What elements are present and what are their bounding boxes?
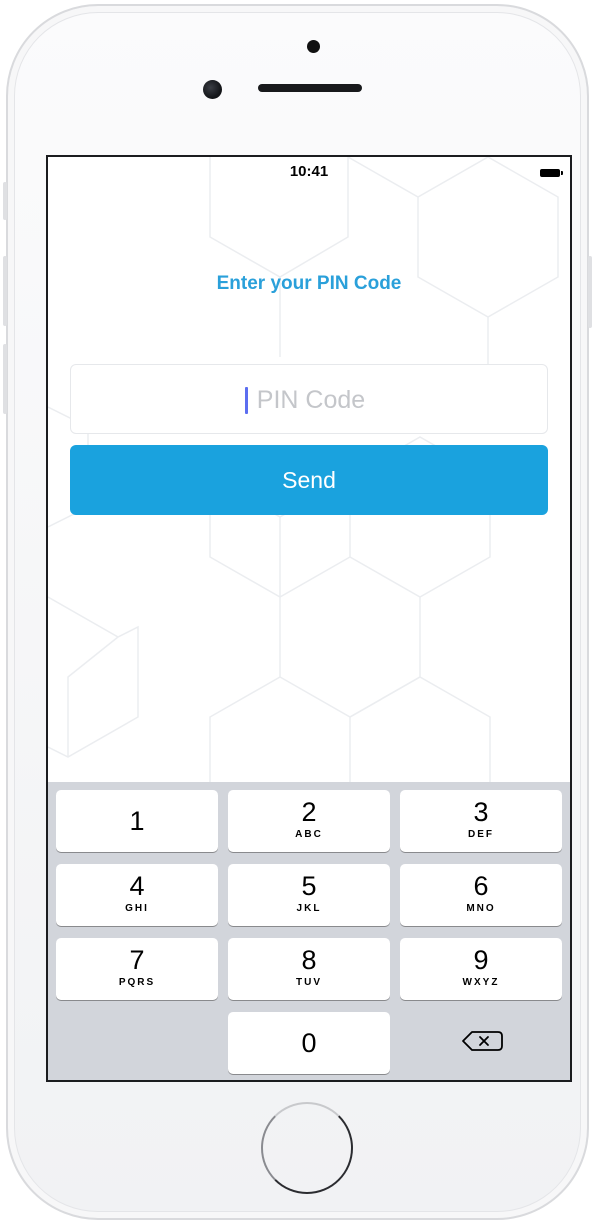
pin-code-field[interactable] <box>70 364 551 435</box>
key-3[interactable]: 3 DEF <box>400 790 562 852</box>
key-digit: 8 <box>301 945 317 975</box>
status-bar-time: 10:41 <box>289 163 329 180</box>
send-button[interactable]: Send <box>70 445 548 515</box>
key-digit: 3 <box>473 797 489 827</box>
page-title: Enter your PIN Code <box>216 273 402 294</box>
key-digit: 7 <box>129 945 145 975</box>
key-digit: 0 <box>301 1028 317 1058</box>
numeric-keypad: 1 2 ABC 3 DEF 4 GHI 5 JKL 6 MNO 7 PQRS 8… <box>48 782 570 1080</box>
power-button <box>588 256 592 328</box>
front-camera <box>203 80 222 99</box>
key-4[interactable]: 4 GHI <box>56 864 218 926</box>
key-letters: MNO <box>466 903 496 914</box>
key-9[interactable]: 9 WXYZ <box>400 938 562 1000</box>
battery-icon <box>540 169 563 177</box>
key-digit: 2 <box>301 797 317 827</box>
key-digit: 9 <box>473 945 489 975</box>
key-0[interactable]: 0 <box>228 1012 390 1074</box>
volume-down-button <box>3 344 7 414</box>
text-cursor <box>245 387 248 414</box>
key-letters: JKL <box>296 903 322 914</box>
key-letters: WXYZ <box>462 977 500 988</box>
key-letters: TUV <box>296 977 322 988</box>
key-1[interactable]: 1 <box>56 790 218 852</box>
key-letters: ABC <box>295 829 323 840</box>
key-letters: PQRS <box>118 977 156 988</box>
key-7[interactable]: 7 PQRS <box>56 938 218 1000</box>
pin-code-input[interactable] <box>71 365 551 435</box>
home-button[interactable] <box>261 1102 353 1194</box>
proximity-sensor <box>307 40 320 53</box>
key-5[interactable]: 5 JKL <box>228 864 390 926</box>
backspace-key[interactable] <box>400 1010 562 1072</box>
key-digit: 6 <box>473 871 489 901</box>
key-letters: DEF <box>468 829 494 840</box>
volume-up-button <box>3 256 7 326</box>
key-6[interactable]: 6 MNO <box>400 864 562 926</box>
key-letters: GHI <box>125 903 149 914</box>
key-digit: 4 <box>129 871 145 901</box>
key-8[interactable]: 8 TUV <box>228 938 390 1000</box>
earpiece-speaker <box>258 84 362 92</box>
key-2[interactable]: 2 ABC <box>228 790 390 852</box>
phone-screen: 10:41 Enter your PIN Code Send 1 2 ABC 3… <box>46 155 572 1082</box>
silent-switch <box>3 182 7 220</box>
backspace-icon <box>462 1031 503 1051</box>
key-digit: 5 <box>301 871 317 901</box>
key-digit: 1 <box>129 806 145 836</box>
